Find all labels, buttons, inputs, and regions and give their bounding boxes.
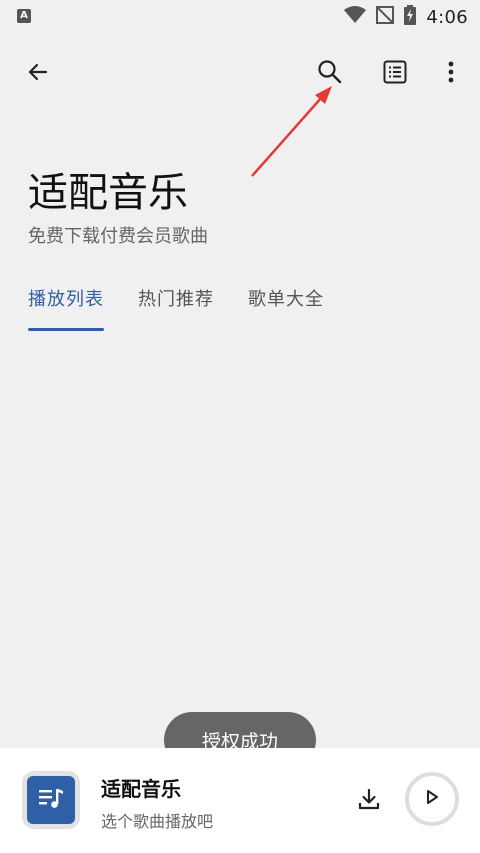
page-subtitle: 免费下载付费会员歌曲 bbox=[28, 226, 208, 247]
mini-player[interactable]: 适配音乐 选个歌曲播放吧 bbox=[0, 748, 480, 853]
status-bar: A 4:06 bbox=[0, 0, 480, 34]
list-view-button[interactable] bbox=[371, 50, 419, 98]
clock: 4:06 bbox=[426, 6, 468, 28]
search-button[interactable] bbox=[306, 50, 354, 98]
player-title: 适配音乐 bbox=[101, 777, 181, 801]
app-bar bbox=[0, 50, 480, 102]
tab-bar: 播放列表 热门推荐 歌单大全 bbox=[28, 285, 324, 331]
music-list-icon bbox=[37, 786, 65, 814]
no-signal-icon bbox=[376, 6, 395, 28]
battery-charging-icon bbox=[404, 5, 417, 29]
search-icon bbox=[317, 59, 343, 89]
play-icon bbox=[424, 789, 440, 809]
tab-playlist[interactable]: 播放列表 bbox=[28, 285, 104, 331]
more-vertical-icon bbox=[448, 61, 454, 87]
page-title: 适配音乐 bbox=[28, 170, 188, 216]
album-cover[interactable] bbox=[22, 771, 80, 829]
player-subtitle: 选个歌曲播放吧 bbox=[101, 812, 214, 831]
tab-hot-recommend[interactable]: 热门推荐 bbox=[138, 285, 214, 331]
tab-song-list[interactable]: 歌单大全 bbox=[248, 285, 324, 331]
wifi-icon bbox=[344, 6, 367, 28]
status-icons: 4:06 bbox=[344, 5, 468, 29]
more-options-button[interactable] bbox=[427, 50, 475, 98]
play-button[interactable] bbox=[405, 772, 459, 826]
download-button[interactable] bbox=[346, 778, 392, 824]
download-icon bbox=[357, 787, 381, 815]
cover-art bbox=[27, 776, 75, 824]
back-button[interactable] bbox=[14, 50, 62, 98]
app-notification-icon: A bbox=[17, 9, 31, 23]
list-icon bbox=[383, 60, 407, 88]
arrow-left-icon bbox=[26, 60, 50, 88]
